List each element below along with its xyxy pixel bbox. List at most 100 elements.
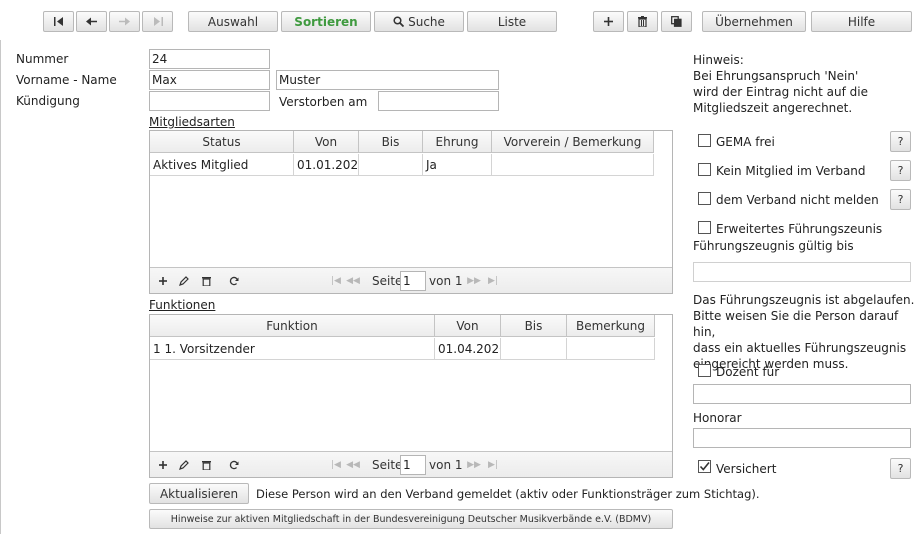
grid-edit-button[interactable] (177, 456, 191, 474)
frame-border (0, 40, 1, 534)
warning-line: Bitte weisen Sie die Person darauf hin, (693, 309, 899, 339)
uebernehmen-button[interactable]: Übernehmen (702, 11, 806, 32)
delete-record-button[interactable] (627, 11, 658, 32)
suche-button[interactable]: Suche (374, 11, 464, 32)
gema-frei-label: GEMA frei (716, 135, 775, 149)
pencil-icon (179, 276, 189, 286)
nicht-melden-checkbox[interactable] (698, 192, 711, 205)
column-header-bis[interactable]: Bis (501, 315, 567, 336)
seite-label: Seite (372, 274, 403, 288)
funktionen-title[interactable]: Funktionen (149, 298, 215, 312)
refresh-icon (229, 460, 239, 470)
page-number-input[interactable]: 1 (400, 271, 426, 291)
column-header-von[interactable]: Von (294, 131, 359, 152)
warning-line: Das Führungszeugnis ist abgelaufen. (693, 293, 915, 307)
suche-label: Suche (408, 14, 445, 29)
copy-icon (671, 16, 682, 27)
cell-bis (359, 154, 423, 175)
erweitertes-fuehrungszeugnis-checkbox[interactable] (698, 221, 711, 234)
page-count-label: von 1 (429, 274, 463, 288)
nachname-field[interactable]: Muster (276, 70, 499, 90)
column-header-von[interactable]: Von (435, 315, 501, 336)
gueltig-bis-label: Führungszeugnis gültig bis (693, 239, 854, 253)
trash-icon (201, 461, 211, 470)
add-record-button[interactable] (593, 11, 624, 32)
first-page-icon[interactable]: |◀ (330, 456, 342, 474)
funktionen-header: Funktion Von Bis Bemerkung (150, 315, 655, 337)
pencil-icon (179, 460, 189, 470)
dozent-label: Dozent für (716, 365, 780, 379)
next-page-icon[interactable]: ▶▶ (467, 272, 481, 290)
nummer-field[interactable]: 24 (149, 49, 270, 69)
gema-help-button[interactable]: ? (890, 131, 911, 152)
mitgliedsarten-grid: Status Von Bis Ehrung Vorverein / Bemerk… (149, 130, 673, 294)
grid-refresh-button[interactable] (227, 272, 241, 290)
previous-record-button[interactable] (76, 11, 107, 32)
plus-icon (604, 17, 613, 26)
copy-record-button[interactable] (661, 11, 692, 32)
auswahl-button[interactable]: Auswahl (188, 11, 278, 32)
column-header-ehrung[interactable]: Ehrung (423, 131, 492, 152)
hinweis-line: Mitgliedszeit angerechnet. (693, 101, 853, 115)
cell-ehrung: Ja (423, 154, 492, 175)
table-row[interactable]: 1 1. Vorsitzender 01.04.2020 (150, 338, 655, 360)
versichert-checkbox[interactable] (698, 460, 711, 473)
kein-mitglied-help-button[interactable]: ? (890, 160, 911, 181)
cell-bis (501, 338, 567, 359)
grid-add-button[interactable] (156, 272, 170, 290)
column-header-vorverein[interactable]: Vorverein / Bemerkung (492, 131, 654, 152)
kein-mitglied-checkbox[interactable] (698, 163, 711, 176)
column-header-status[interactable]: Status (150, 131, 294, 152)
honorar-field[interactable] (693, 428, 911, 448)
prev-page-icon[interactable]: ◀◀ (346, 272, 360, 290)
column-header-funktion[interactable]: Funktion (150, 315, 435, 336)
grid-delete-button[interactable] (199, 456, 213, 474)
verstorben-field[interactable] (378, 91, 499, 111)
plus-icon (159, 277, 167, 285)
mitgliedsarten-title[interactable]: Mitgliedsarten (149, 115, 235, 129)
hilfe-button[interactable]: Hilfe (811, 11, 912, 32)
trash-icon (638, 16, 647, 27)
dozent-checkbox[interactable] (698, 364, 711, 377)
first-page-icon[interactable]: |◀ (330, 272, 342, 290)
grid-edit-button[interactable] (177, 272, 191, 290)
fuehrungszeugnis-warning: Das Führungszeugnis ist abgelaufen. Bitt… (693, 292, 918, 372)
last-page-icon[interactable]: ▶| (487, 456, 499, 474)
grid-refresh-button[interactable] (227, 456, 241, 474)
seite-label: Seite (372, 458, 403, 472)
cell-status: Aktives Mitglied (150, 154, 294, 175)
gueltig-bis-field[interactable] (693, 262, 911, 282)
grid-add-button[interactable] (156, 456, 170, 474)
aktualisieren-button[interactable]: Aktualisieren (149, 483, 249, 504)
page-count-label: von 1 (429, 458, 463, 472)
meldung-status-text: Diese Person wird an den Verband gemelde… (256, 487, 760, 501)
gema-frei-checkbox[interactable] (698, 134, 711, 147)
erweitertes-fuehrungszeugnis-label: Erweitertes Führungszeunis (716, 222, 883, 236)
first-record-icon (53, 17, 63, 26)
bdmv-hinweise-button[interactable]: Hinweise zur aktiven Mitgliedschaft in d… (149, 509, 673, 529)
nicht-melden-help-button[interactable]: ? (890, 189, 911, 210)
liste-button[interactable]: Liste (467, 11, 557, 32)
next-page-icon[interactable]: ▶▶ (467, 456, 481, 474)
vorname-field[interactable]: Max (149, 70, 270, 90)
dozent-field[interactable] (693, 384, 911, 404)
prev-page-icon[interactable]: ◀◀ (346, 456, 360, 474)
page-number-input[interactable]: 1 (400, 455, 426, 475)
last-record-button[interactable] (142, 11, 173, 32)
plus-icon (159, 461, 167, 469)
first-record-button[interactable] (43, 11, 74, 32)
grid-delete-button[interactable] (199, 272, 213, 290)
verstorben-label: Verstorben am (279, 95, 368, 109)
table-row[interactable]: Aktives Mitglied 01.01.2020 Ja (150, 154, 654, 176)
kuendigung-field[interactable] (149, 91, 270, 111)
column-header-bemerkung[interactable]: Bemerkung (567, 315, 655, 336)
last-page-icon[interactable]: ▶| (487, 272, 499, 290)
sortieren-button[interactable]: Sortieren (281, 11, 371, 32)
nicht-melden-label: dem Verband nicht melden (716, 193, 879, 207)
check-icon (699, 461, 710, 471)
column-header-bis[interactable]: Bis (359, 131, 423, 152)
arrow-right-icon (119, 17, 130, 26)
trash-icon (201, 277, 211, 286)
next-record-button[interactable] (109, 11, 140, 32)
versichert-help-button[interactable]: ? (890, 458, 911, 479)
